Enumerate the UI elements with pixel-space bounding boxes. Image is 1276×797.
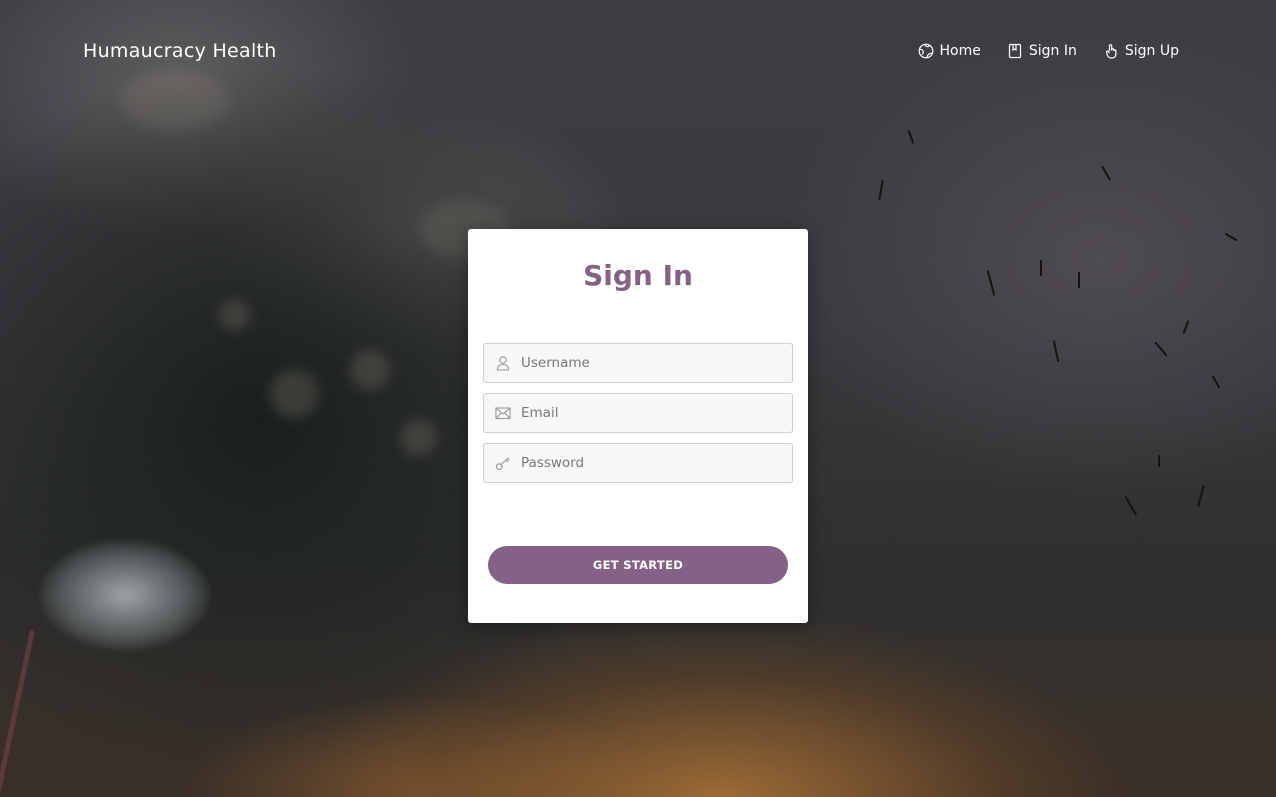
envelope-icon bbox=[495, 405, 511, 421]
nav-home-label: Home bbox=[939, 43, 981, 59]
nav-signup-label: Sign Up bbox=[1124, 43, 1179, 59]
password-input[interactable] bbox=[521, 444, 783, 482]
book-icon bbox=[1007, 43, 1023, 59]
nav-links: Home Sign In Sign Up bbox=[918, 43, 1179, 59]
user-icon bbox=[495, 355, 511, 371]
nav-home-link[interactable]: Home bbox=[918, 43, 981, 59]
key-icon bbox=[495, 455, 511, 471]
email-input[interactable] bbox=[521, 394, 783, 432]
globe-icon bbox=[918, 43, 934, 59]
username-field bbox=[483, 343, 793, 383]
get-started-button[interactable]: GET STARTED bbox=[488, 546, 788, 584]
nav-signup-link[interactable]: Sign Up bbox=[1103, 43, 1179, 59]
username-input[interactable] bbox=[521, 344, 783, 382]
password-field bbox=[483, 443, 793, 483]
nav-signin-link[interactable]: Sign In bbox=[1007, 43, 1077, 59]
signin-card: Sign In GET STARTED bbox=[468, 229, 808, 623]
nav-signin-label: Sign In bbox=[1028, 43, 1077, 59]
top-navbar: Humaucracy Health Home Sign In Sign Up bbox=[0, 0, 1276, 106]
email-field bbox=[483, 393, 793, 433]
hand-pointer-icon bbox=[1103, 43, 1119, 59]
brand-logo-text[interactable]: Humaucracy Health bbox=[83, 40, 277, 62]
signin-title: Sign In bbox=[583, 259, 693, 292]
